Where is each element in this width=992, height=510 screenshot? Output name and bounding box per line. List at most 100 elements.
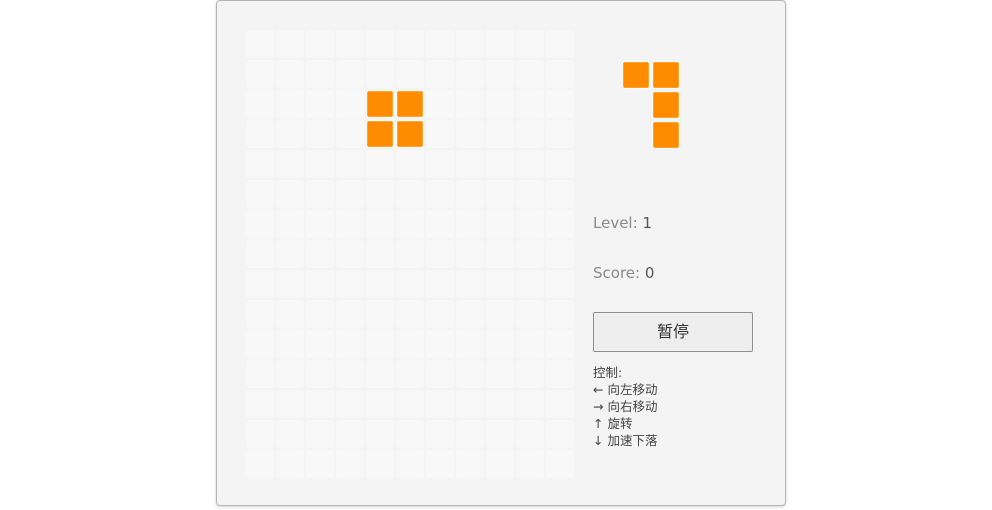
- board-cell: [516, 270, 544, 298]
- board-cell: [516, 60, 544, 88]
- board-cell: [516, 120, 544, 148]
- board-cell: [426, 180, 454, 208]
- board-cell: [516, 210, 544, 238]
- board-cell: [396, 450, 424, 478]
- board-cell: [546, 150, 574, 178]
- board-cell: [486, 300, 514, 328]
- board-cell: [456, 450, 484, 478]
- level-value: 1: [642, 214, 652, 232]
- next-piece-block: [622, 61, 650, 89]
- board-cell: [486, 150, 514, 178]
- board-cell: [246, 330, 274, 358]
- board-cell: [366, 240, 394, 268]
- board-cell: [306, 420, 334, 448]
- controls-title: 控制:: [593, 365, 623, 380]
- board-cell: [336, 330, 364, 358]
- board-cell: [516, 150, 544, 178]
- board-cell: [426, 150, 454, 178]
- board-cell: [426, 450, 454, 478]
- pause-button[interactable]: 暂停: [593, 312, 753, 352]
- board-cell: [486, 390, 514, 418]
- game-board: [246, 30, 576, 480]
- board-cell: [456, 30, 484, 58]
- board-cell: [276, 240, 304, 268]
- board-cell: [456, 300, 484, 328]
- board-cell: [246, 210, 274, 238]
- board-cell: [426, 30, 454, 58]
- level-display: Level: 1: [593, 214, 652, 232]
- board-cell: [396, 300, 424, 328]
- board-cell: [456, 90, 484, 118]
- board-cell: [546, 120, 574, 148]
- board-cell: [546, 180, 574, 208]
- board-cell: [246, 90, 274, 118]
- board-cell: [486, 360, 514, 388]
- board-cell: [456, 360, 484, 388]
- board-cell: [336, 360, 364, 388]
- board-cell: [246, 270, 274, 298]
- board-cell: [246, 180, 274, 208]
- board-cell: [306, 330, 334, 358]
- board-cell: [486, 30, 514, 58]
- level-label: Level:: [593, 214, 638, 232]
- board-cell: [246, 240, 274, 268]
- board-cell: [396, 420, 424, 448]
- board-cell: [366, 150, 394, 178]
- board-cell: [306, 90, 334, 118]
- board-cell: [246, 120, 274, 148]
- board-cell: [306, 360, 334, 388]
- board-cell: [456, 330, 484, 358]
- board-cell: [546, 450, 574, 478]
- board-cell: [456, 210, 484, 238]
- board-cell: [426, 240, 454, 268]
- board-cell: [246, 30, 274, 58]
- board-cell: [546, 420, 574, 448]
- board-cell: [366, 450, 394, 478]
- board-cell: [246, 60, 274, 88]
- board-cell: [546, 90, 574, 118]
- board-cell-filled: [396, 120, 424, 148]
- board-cell: [366, 390, 394, 418]
- board-cell: [276, 60, 304, 88]
- control-rotate: ↑ 旋转: [593, 416, 633, 431]
- board-cell: [306, 270, 334, 298]
- score-label: Score:: [593, 264, 641, 282]
- board-cell: [246, 450, 274, 478]
- board-cell: [396, 330, 424, 358]
- board-cell: [366, 210, 394, 238]
- board-cell: [276, 450, 304, 478]
- board-cell: [486, 60, 514, 88]
- board-cell: [336, 450, 364, 478]
- board-cell: [336, 150, 364, 178]
- board-cell: [306, 60, 334, 88]
- board-cell: [396, 390, 424, 418]
- board-cell: [306, 120, 334, 148]
- board-cell: [426, 420, 454, 448]
- board-cell: [336, 240, 364, 268]
- board-cell: [336, 30, 364, 58]
- board-cell: [396, 150, 424, 178]
- board-cell: [516, 90, 544, 118]
- board-cell: [396, 60, 424, 88]
- board-cell: [516, 30, 544, 58]
- next-piece-block: [652, 61, 680, 89]
- board-cell: [306, 390, 334, 418]
- board-cell: [276, 330, 304, 358]
- board-cell: [426, 120, 454, 148]
- game-panel: Level: 1 Score: 0 暂停 控制: ← 向左移动 → 向右移动 ↑…: [216, 0, 786, 506]
- board-cell-filled: [366, 120, 394, 148]
- board-cell: [276, 360, 304, 388]
- board-cell: [366, 420, 394, 448]
- board-cell: [366, 270, 394, 298]
- board-cell: [426, 210, 454, 238]
- board-cell: [426, 270, 454, 298]
- board-cell: [276, 150, 304, 178]
- board-cell: [306, 150, 334, 178]
- board-cell: [426, 390, 454, 418]
- board-cell: [456, 240, 484, 268]
- board-cell: [456, 420, 484, 448]
- board-cell-filled: [366, 90, 394, 118]
- board-cell: [306, 30, 334, 58]
- board-cell: [306, 300, 334, 328]
- next-piece-block: [652, 91, 680, 119]
